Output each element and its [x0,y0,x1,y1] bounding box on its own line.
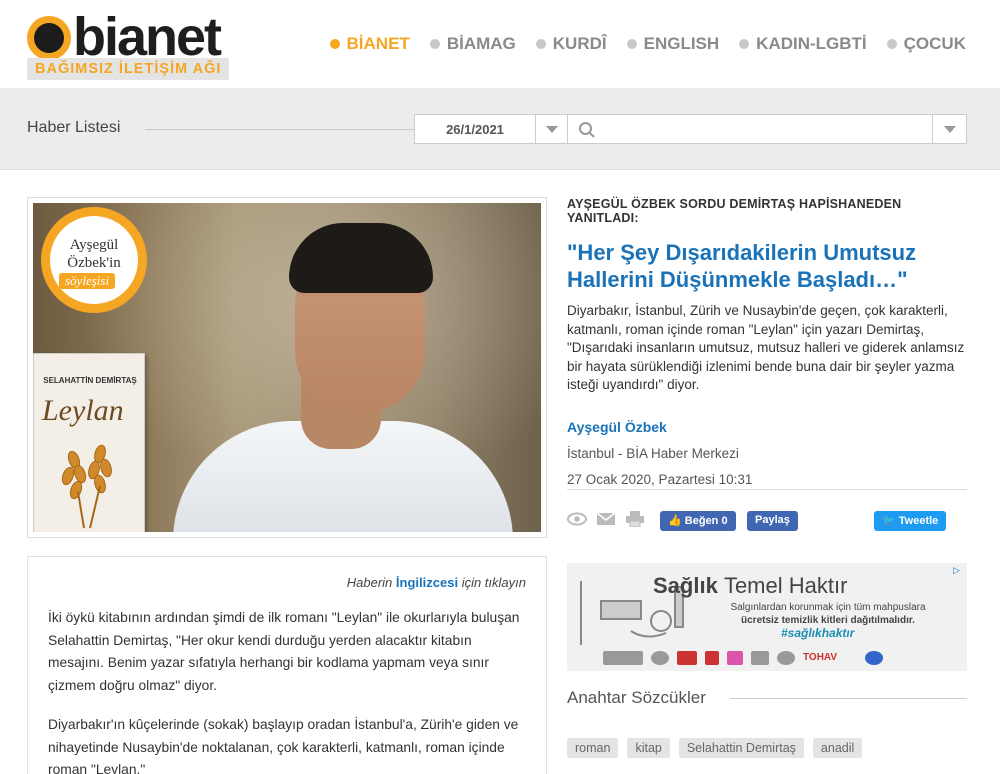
nav-label: KADIN-LGBTİ [756,34,867,53]
article-kicker: AYŞEGÜL ÖZBEK SORDU DEMİRTAŞ HAPİSHANEDE… [567,197,902,225]
tweet-label: Tweetle [898,515,939,527]
ad-hashtag: #sağlıkhaktır [781,626,855,640]
article-author-link[interactable]: Ayşegül Özbek [567,419,967,435]
wheat-icon [61,444,112,529]
badge-line: Özbek'in [67,255,121,271]
print-icon[interactable] [625,511,645,527]
date-select[interactable]: 26/1/2021 [414,114,568,144]
search-box[interactable] [567,114,967,144]
book-author: SELAHATTİN DEMİRTAŞ [43,376,137,385]
divider [730,698,967,699]
date-dropdown-button[interactable] [535,115,567,143]
search-dropdown-button[interactable] [932,115,966,143]
english-version-note: Haberin İngilizcesi için tıklayın [346,575,526,590]
sponsor-logo [865,651,883,665]
nav-label: BİAMAG [446,34,516,53]
divider [145,129,415,130]
article-date: 27 Ocak 2020, Pazartesi 10:31 [567,471,753,487]
article-body: Haberin İngilizcesi için tıklayın İki öy… [27,556,547,774]
tweet-button[interactable]: 🐦 Tweetle [874,511,947,531]
badge-ribbon: söyleşisi [59,273,116,289]
sponsor-logo: TOHAV [803,652,838,663]
nav-label: BİANET [346,34,410,53]
sponsor-logo [777,651,795,665]
facebook-share-button[interactable]: Paylaş [747,511,798,531]
main-nav: BİANET BİAMAG KURDÎ ENGLISH KADIN-LGBTİ … [310,34,966,54]
date-value: 26/1/2021 [446,122,504,137]
article-header: AYŞEGÜL ÖZBEK SORDU DEMİRTAŞ HAPİSHANEDE… [567,197,967,487]
nav-item-bianet[interactable]: BİANET [329,34,410,54]
news-list-title: Haber Listesi [27,119,121,136]
chevron-down-icon [545,126,558,133]
bianet-logo[interactable]: bianet BAĞIMSIZ İLETİŞİM AĞI [27,7,232,80]
nav-label: ENGLISH [643,34,720,53]
sponsor-logo [751,651,769,665]
nav-item-kurdi[interactable]: KURDÎ [535,34,607,54]
sponsor-logos: TOHAV [603,649,933,667]
keywords-title: Anahtar Sözcükler [567,688,706,707]
sponsor-logo [651,651,669,665]
article-hero-image: Ayşegül Özbek'in söyleşisi SELAHATTİN DE… [27,197,547,538]
bullet-icon [626,39,637,49]
sponsor-logo [705,651,719,665]
ad-banner[interactable]: ▷ Sağlık Temel Haktır Salgınlardan korun… [567,563,967,671]
search-icon [579,122,595,138]
nav-label: KURDÎ [552,34,607,53]
bullet-icon [535,39,546,49]
nav-item-cocuk[interactable]: ÇOCUK [886,34,966,54]
english-version-link[interactable]: İngilizcesi [396,575,458,590]
site-header: bianet BAĞIMSIZ İLETİŞİM AĞI BİANET BİAM… [0,0,1000,88]
ad-info-icon[interactable]: ▷ [953,565,965,577]
article-paragraph: Diyarbakır'ın kûçelerinde (sokak) başlay… [48,717,519,774]
thumbs-up-icon: 👍 [668,515,685,527]
logo-dot-icon [27,16,71,60]
keyword-tag[interactable]: Selahattin Demirtaş [678,738,804,758]
nav-item-english[interactable]: ENGLISH [626,34,720,54]
sponsor-logo [603,651,643,665]
nav-item-kadin-lgbti[interactable]: KADIN-LGBTİ [739,34,867,54]
keyword-tag[interactable]: anadil [812,738,863,758]
book-title: Leylan [42,394,124,427]
twitter-bird-icon: 🐦 [882,515,899,527]
search-input[interactable] [604,119,924,139]
book-cover: SELAHATTİN DEMİRTAŞ Leylan [33,353,145,532]
bullet-icon [886,39,897,49]
article-paragraph: İki öykü kitabının ardından şimdi de ilk… [48,610,520,693]
ad-title: Sağlık Temel Haktır [653,573,848,598]
keyword-tag[interactable]: roman [567,738,619,758]
ad-text: Salgınlardan korunmak için tüm mahpuslar… [730,602,926,626]
facebook-like-button[interactable]: 👍 Beğen 0 [660,511,736,531]
nav-item-biamag[interactable]: BİAMAG [429,34,516,54]
bullet-icon [739,39,750,49]
article-summary: Diyarbakır, İstanbul, Zürih ve Nusaybin'… [567,303,965,392]
sponsor-logo [727,651,743,665]
bullet-icon [429,39,440,49]
logo-tagline: BAĞIMSIZ İLETİŞİM AĞI [27,58,230,80]
like-label: Beğen 0 [684,515,728,527]
news-list-filter-bar: Haber Listesi 26/1/2021 [0,88,1000,170]
bullet-icon [329,39,340,49]
badge-line: Ayşegül [69,237,119,253]
article-headline[interactable]: "Her Şey Dışarıdakilerin Umutsuz Halleri… [567,239,967,293]
chevron-down-icon [943,126,956,133]
eye-icon[interactable] [567,511,587,527]
nav-label: ÇOCUK [903,34,966,53]
interview-badge: Ayşegül Özbek'in söyleşisi [41,207,147,313]
article-place: İstanbul - BİA Haber Merkezi [567,445,739,461]
keyword-tags: roman kitap Selahattin Demirtaş anadil [567,738,967,768]
email-icon[interactable] [596,511,616,527]
keyword-tag[interactable]: kitap [627,738,670,758]
share-bar: 👍 Beğen 0 Paylaş 🐦 Tweetle [567,489,967,531]
portrait-photo: Ayşegül Özbek'in söyleşisi SELAHATTİN DE… [33,203,541,532]
sponsor-logo [677,651,697,665]
